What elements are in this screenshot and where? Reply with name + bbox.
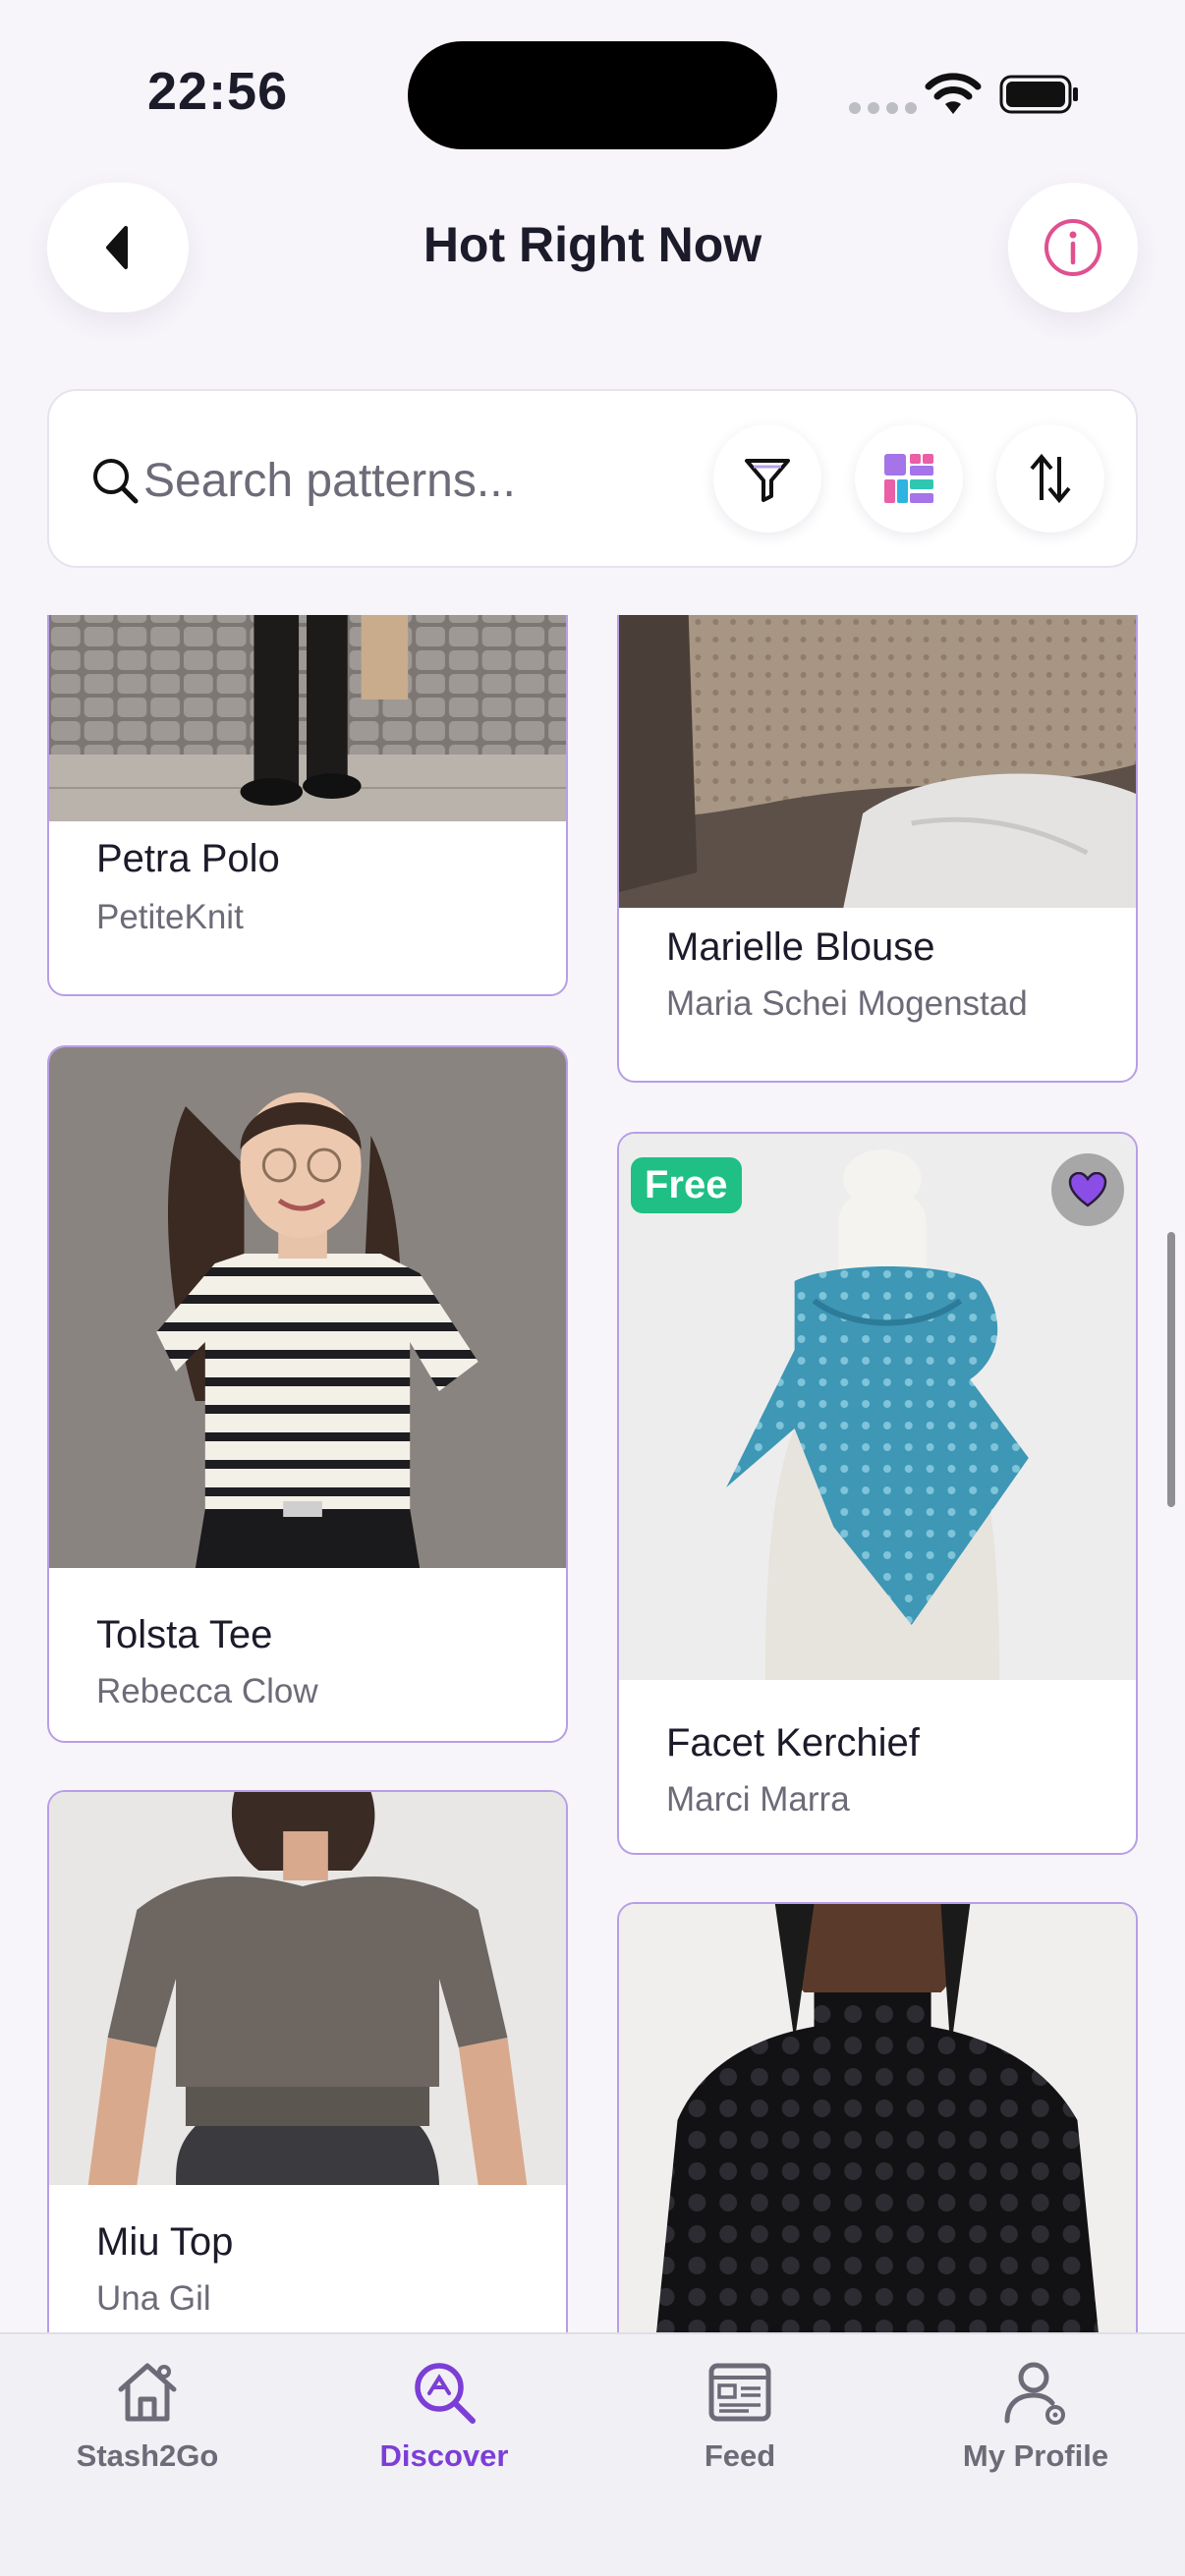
pattern-card[interactable]: Tolsta Tee Rebecca Clow: [47, 1045, 568, 1743]
pattern-title: Marielle Blouse: [666, 925, 935, 969]
tab-my-profile[interactable]: My Profile: [888, 2358, 1183, 2474]
layout-toggle-button[interactable]: [855, 424, 963, 532]
grid-layout-icon: [884, 454, 933, 503]
battery-icon: [999, 75, 1078, 114]
pattern-image: [49, 1047, 566, 1568]
filter-button[interactable]: [713, 424, 821, 532]
info-button[interactable]: [1008, 183, 1138, 312]
pattern-title: Petra Polo: [96, 837, 280, 880]
pattern-card[interactable]: Marielle Blouse Maria Schei Mogenstad: [617, 615, 1138, 1083]
pattern-designer: Rebecca Clow: [96, 1672, 318, 1710]
pattern-designer: PetiteKnit: [96, 898, 244, 936]
pattern-designer: Una Gil: [96, 2279, 211, 2318]
search-icon: [93, 459, 139, 504]
pattern-card[interactable]: Petra Polo PetiteKnit: [47, 615, 568, 996]
pattern-grid: Petra Polo PetiteKnit Marielle Blouse Ma…: [0, 615, 1185, 2332]
pattern-card[interactable]: Free Facet Kerchief Marci Marra: [617, 1132, 1138, 1855]
pattern-card[interactable]: Miu Top Una Gil: [47, 1790, 568, 2332]
sort-icon: [1030, 453, 1071, 504]
wifi-icon: [925, 73, 982, 114]
dynamic-island: [408, 41, 777, 149]
pattern-title: Tolsta Tee: [96, 1613, 273, 1656]
cellular-signal-icon: [849, 102, 917, 114]
status-bar: 22:56: [0, 0, 1185, 187]
pattern-image: [619, 1904, 1136, 2332]
tab-discover[interactable]: Discover: [297, 2358, 592, 2474]
pattern-image: [49, 615, 566, 821]
tab-label: Discover: [379, 2438, 509, 2473]
favorite-button[interactable]: [1051, 1153, 1124, 1226]
sort-button[interactable]: [996, 424, 1104, 532]
discover-icon: [415, 2363, 476, 2424]
status-time: 22:56: [147, 62, 289, 121]
tab-label: My Profile: [962, 2438, 1109, 2473]
free-badge: Free: [631, 1157, 742, 1213]
pattern-title: Facet Kerchief: [666, 1721, 920, 1764]
filter-icon: [745, 459, 790, 502]
pattern-image: [49, 1792, 566, 2185]
pattern-image: [619, 615, 1136, 908]
tab-stash2go[interactable]: Stash2Go: [0, 2358, 295, 2474]
feed-icon: [708, 2363, 771, 2422]
pattern-designer: Maria Schei Mogenstad: [666, 984, 1028, 1023]
search-input[interactable]: [143, 448, 694, 513]
pattern-designer: Marci Marra: [666, 1780, 850, 1819]
tab-label: Stash2Go: [76, 2438, 219, 2473]
pattern-card[interactable]: [617, 1902, 1138, 2332]
home-icon: [118, 2363, 177, 2422]
tab-feed[interactable]: Feed: [592, 2358, 887, 2474]
tab-bar: Stash2Go Discover Feed My Profile: [0, 2332, 1185, 2576]
pattern-title: Miu Top: [96, 2220, 234, 2264]
tab-label: Feed: [704, 2438, 776, 2473]
scrollbar[interactable]: [1167, 1232, 1175, 1507]
info-icon: [1044, 219, 1101, 276]
heart-icon: [1068, 1172, 1107, 1207]
pattern-image: [619, 1134, 1136, 1680]
profile-icon: [1004, 2362, 1065, 2425]
search-bar: [47, 389, 1138, 568]
